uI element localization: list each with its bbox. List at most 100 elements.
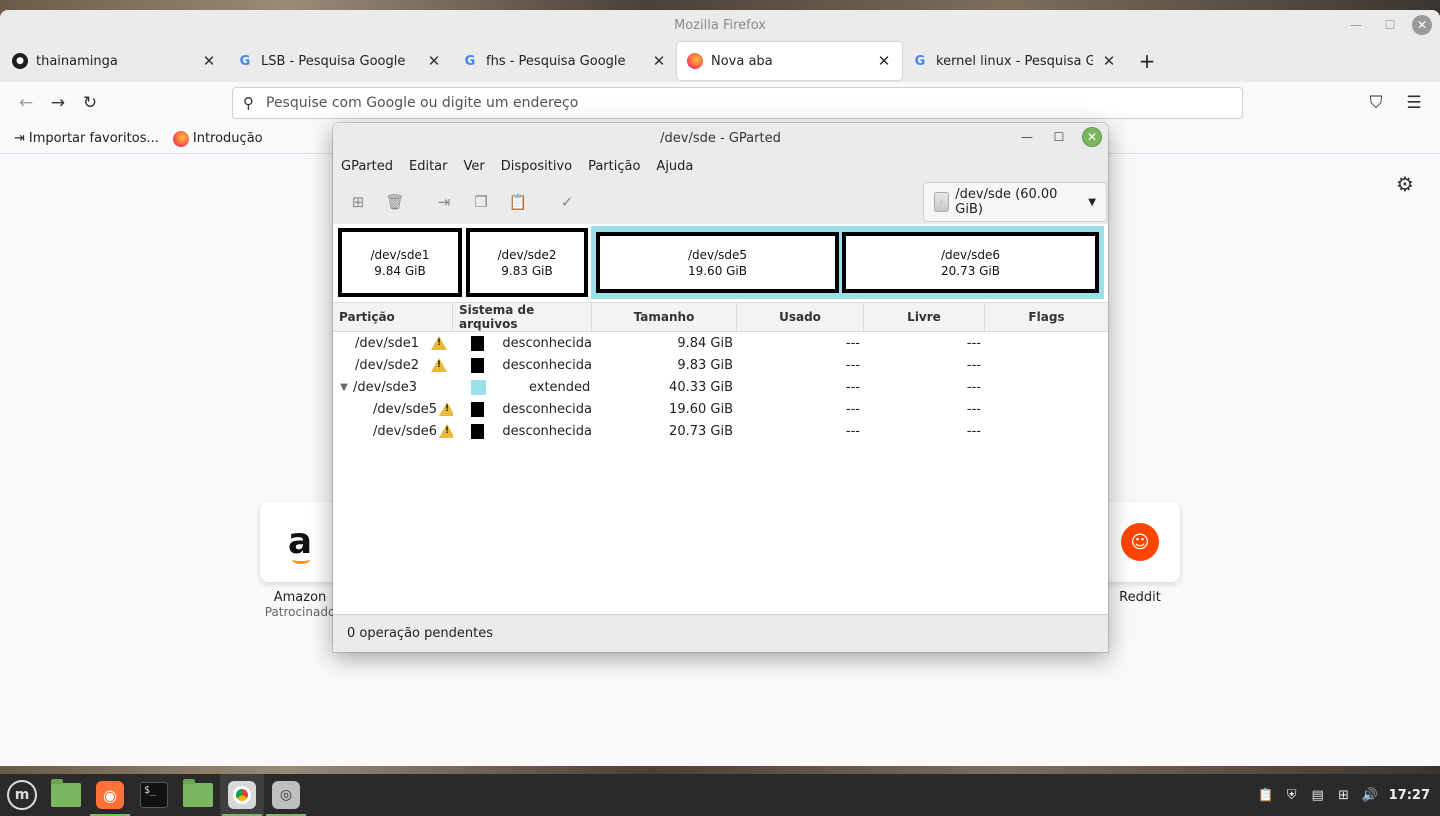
close-button[interactable]: ✕ [1412, 15, 1432, 35]
back-button[interactable]: ← [10, 87, 42, 119]
menu-dispositivo[interactable]: Dispositivo [501, 159, 572, 174]
bookmark-introducao[interactable]: Introdução [172, 130, 263, 147]
gparted-window: /dev/sde - GParted — ☐ ✕ GParted Editar … [333, 123, 1108, 652]
show-desktop-button[interactable] [44, 774, 88, 816]
close-tab-icon[interactable]: ✕ [651, 52, 667, 70]
reload-button[interactable]: ↻ [74, 87, 106, 119]
search-icon: ⚲ [243, 94, 254, 112]
table-row[interactable]: ▼ /dev/sde3 extended 40.33 GiB --- --- [333, 376, 1108, 398]
status-bar: 0 operação pendentes [333, 614, 1108, 652]
table-row[interactable]: /dev/sde2 desconhecida 9.83 GiB --- --- [333, 354, 1108, 376]
firefox-titlebar: Mozilla Firefox — ☐ ✕ [0, 10, 1440, 40]
graph-partition-sde2[interactable]: /dev/sde2 9.83 GiB [466, 228, 588, 297]
clock[interactable]: 17:27 [1389, 788, 1430, 803]
taskbar: m ◉ $_ ◎ 📋 ⛨ ▤ ⊞ 🔊 17:27 [0, 774, 1440, 816]
filesystem-label: desconhecida [502, 335, 592, 351]
shortcut-tile: a [260, 502, 340, 582]
tab-title: fhs - Pesquisa Google [486, 53, 626, 69]
notes-icon[interactable]: ▤ [1311, 788, 1325, 803]
close-tab-icon[interactable]: ✕ [876, 52, 892, 70]
gear-icon[interactable]: ⚙ [1396, 172, 1414, 196]
apply-icon[interactable]: ✓ [554, 189, 580, 215]
menu-ajuda[interactable]: Ajuda [656, 159, 693, 174]
bookmark-label: Importar favoritos... [28, 131, 159, 146]
disk-icon: ◦ [934, 192, 950, 212]
hamburger-menu-icon[interactable]: ☰ [1398, 87, 1430, 119]
volume-icon[interactable]: 🔊 [1362, 788, 1378, 803]
device-selector[interactable]: ◦ /dev/sde (60.00 GiB) ▼ [923, 182, 1107, 222]
column-header-tamanho[interactable]: Tamanho [592, 303, 737, 331]
table-row[interactable]: /dev/sde5 desconhecida 19.60 GiB --- --- [333, 398, 1108, 420]
device-selector-label: /dev/sde (60.00 GiB) [955, 187, 1058, 217]
column-header-particao[interactable]: Partição [333, 303, 453, 331]
fs-color-swatch [471, 401, 485, 417]
graph-partition-name: /dev/sde1 [370, 247, 430, 262]
paste-icon[interactable]: 📋 [505, 189, 531, 215]
bookmark-import[interactable]: ⇥ Importar favoritos... [14, 131, 159, 146]
tab-fhs[interactable]: G fhs - Pesquisa Google ✕ [452, 42, 677, 80]
tab-lsb[interactable]: G LSB - Pesquisa Google ✕ [227, 42, 452, 80]
menu-ver[interactable]: Ver [464, 159, 485, 174]
partition-name: /dev/sde1 [355, 335, 419, 351]
fs-color-swatch [471, 357, 485, 373]
mint-menu-button[interactable]: m [0, 774, 44, 816]
amazon-logo-icon: a [287, 521, 313, 564]
minimize-button[interactable]: — [1018, 128, 1036, 146]
close-tab-icon[interactable]: ✕ [1101, 52, 1117, 70]
table-row[interactable]: /dev/sde1 desconhecida 9.84 GiB --- --- [333, 332, 1108, 354]
resize-icon[interactable]: ⇥ [431, 189, 457, 215]
close-tab-icon[interactable]: ✕ [426, 52, 442, 70]
forward-button[interactable]: → [42, 87, 74, 119]
clipboard-icon[interactable]: 📋 [1258, 788, 1274, 803]
shield-icon[interactable]: ⛨ [1285, 788, 1299, 803]
network-icon[interactable]: ⊞ [1337, 788, 1351, 803]
graph-partition-sde1[interactable]: /dev/sde1 9.84 GiB [338, 228, 462, 297]
menu-gparted[interactable]: GParted [341, 159, 393, 174]
column-header-usado[interactable]: Usado [737, 303, 864, 331]
partition-graph: /dev/sde1 9.84 GiB /dev/sde2 9.83 GiB /d… [333, 224, 1108, 303]
shortcut-sponsored-label: Patrocinado [264, 605, 336, 619]
tab-title: LSB - Pesquisa Google [261, 53, 406, 69]
close-tab-icon[interactable]: ✕ [201, 52, 217, 70]
table-row[interactable]: /dev/sde6 desconhecida 20.73 GiB --- --- [333, 420, 1108, 442]
partition-size: 9.83 GiB [677, 357, 733, 373]
system-tray: 📋 ⛨ ▤ ⊞ 🔊 17:27 [1258, 788, 1440, 803]
taskbar-chromium[interactable] [220, 774, 264, 816]
maximize-button[interactable]: ☐ [1378, 14, 1402, 36]
warning-icon [431, 358, 447, 372]
taskbar-files[interactable] [176, 774, 220, 816]
graph-partition-sde5[interactable]: /dev/sde5 19.60 GiB [596, 232, 839, 293]
menu-editar[interactable]: Editar [409, 159, 448, 174]
github-icon: ● [12, 53, 28, 69]
tab-new-tab[interactable]: Nova aba ✕ [677, 42, 902, 80]
tab-kernel-linux[interactable]: G kernel linux - Pesquisa Google ✕ [902, 42, 1127, 80]
taskbar-gparted[interactable]: ◎ [264, 774, 308, 816]
url-bar[interactable]: ⚲ Pesquise com Google ou digite um ender… [232, 87, 1243, 119]
column-header-sistema-arquivos[interactable]: Sistema de arquivos [453, 303, 592, 331]
graph-partition-size: 20.73 GiB [940, 263, 1001, 278]
expander-down-icon[interactable]: ▼ [337, 382, 351, 393]
tab-github[interactable]: ● thainaminga ✕ [2, 42, 227, 80]
partition-size: 19.60 GiB [669, 401, 733, 417]
taskbar-firefox[interactable]: ◉ [88, 774, 132, 816]
copy-icon[interactable]: ❐ [468, 189, 494, 215]
column-header-livre[interactable]: Livre [864, 303, 985, 331]
new-tab-button[interactable]: + [1127, 40, 1167, 82]
filesystem-label: desconhecida [502, 423, 592, 439]
pocket-icon[interactable]: ⛉ [1360, 87, 1392, 119]
shortcut-amazon[interactable]: a Amazon Patrocinado [260, 502, 340, 619]
shortcut-name: Reddit [1119, 590, 1161, 605]
minimize-button[interactable]: — [1344, 14, 1368, 36]
delete-icon[interactable]: 🗑 [382, 189, 408, 215]
maximize-button[interactable]: ☐ [1050, 128, 1068, 146]
close-button[interactable]: ✕ [1082, 127, 1102, 147]
gparted-title: /dev/sde - GParted [660, 130, 781, 146]
shortcut-reddit[interactable]: ☺ Reddit [1100, 502, 1180, 605]
taskbar-terminal[interactable]: $_ [132, 774, 176, 816]
new-partition-icon[interactable]: ⊞ [345, 189, 371, 215]
warning-icon [431, 336, 447, 350]
partition-size: 20.73 GiB [669, 423, 733, 439]
graph-partition-sde6[interactable]: /dev/sde6 20.73 GiB [842, 232, 1099, 293]
menu-particao[interactable]: Partição [588, 159, 640, 174]
column-header-flags[interactable]: Flags [985, 303, 1108, 331]
